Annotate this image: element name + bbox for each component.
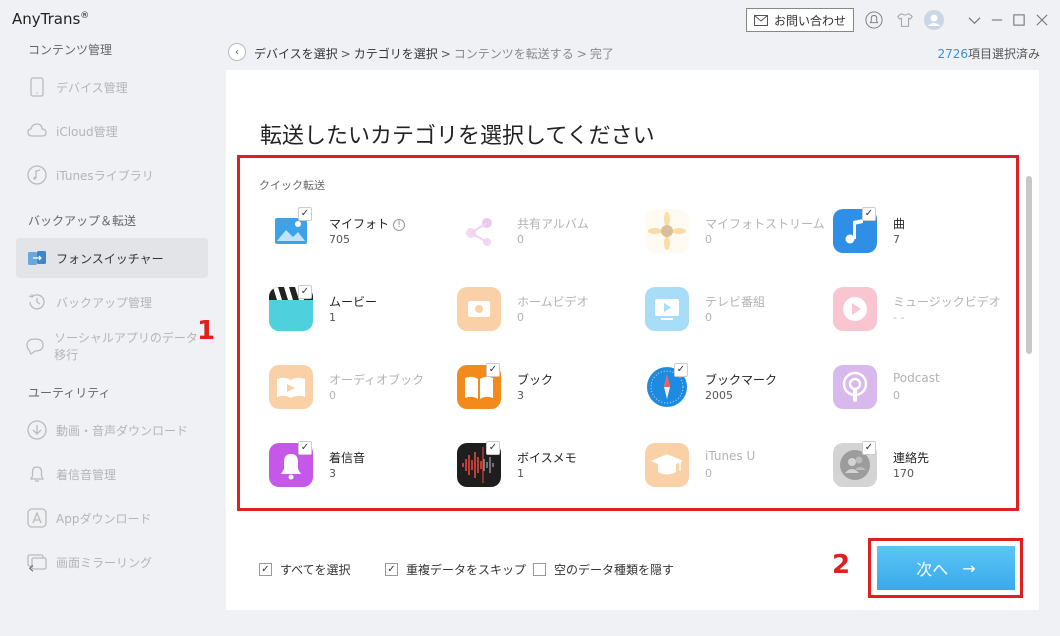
option-label: 重複データをスキップ [406, 563, 527, 577]
sidebar-item-label: 着信音管理 [56, 467, 117, 482]
history-icon [26, 291, 48, 313]
sidebar-item-label: Appダウンロード [56, 511, 152, 526]
chevron-down-icon[interactable] [965, 10, 983, 30]
contact-label: お問い合わせ [773, 13, 846, 28]
breadcrumb-separator: > [576, 47, 587, 61]
annotation-marker-2: 2 [832, 550, 851, 580]
sidebar-item-label: 画面ミラーリング [56, 555, 153, 570]
select-all-option[interactable]: ✓ すべてを選択 [259, 561, 350, 578]
skip-duplicates-option[interactable]: ✓ 重複データをスキップ [385, 561, 526, 578]
breadcrumb-separator: > [340, 47, 351, 61]
annotation-marker-1: 1 [197, 316, 216, 346]
avatar-icon[interactable] [924, 10, 944, 30]
music-note-icon [26, 164, 48, 186]
sidebar-item-label: iTunesライブラリ [56, 168, 154, 183]
sidebar-item-video-download[interactable]: 動画・音声ダウンロード [16, 410, 208, 450]
contact-button[interactable]: お問い合わせ [746, 8, 854, 32]
sidebar-item-device[interactable]: デバイス管理 [16, 67, 208, 107]
option-label: すべてを選択 [280, 563, 351, 577]
sidebar-item-label: デバイス管理 [56, 80, 128, 95]
selected-count-number: 2726 [937, 47, 968, 61]
next-button-label: 次へ [916, 560, 949, 579]
breadcrumb-step: 完了 [589, 47, 614, 61]
breadcrumb: デバイスを選択 > カテゴリを選択 > コンテンツを転送する > 完了 [254, 45, 614, 62]
sidebar-section-utility: ユーティリティ [28, 386, 111, 400]
bell-icon[interactable] [864, 10, 884, 30]
next-button[interactable]: 次へ → [877, 546, 1015, 590]
sidebar: コンテンツ管理 デバイス管理 iCloud管理 iTunesライブラリ バックア… [0, 36, 215, 636]
minimize-icon[interactable] [988, 10, 1006, 30]
hide-empty-checkbox[interactable] [533, 563, 546, 576]
select-all-checkbox[interactable]: ✓ [259, 563, 272, 576]
selected-count-suffix: 項目選択済み [967, 47, 1040, 61]
sidebar-item-label: iCloud管理 [56, 124, 118, 139]
back-button[interactable]: ‹ [228, 43, 246, 61]
sidebar-item-label: ソーシャルアプリのデータ移行 [54, 331, 198, 362]
selected-count: 2726項目選択済み [937, 45, 1040, 62]
maximize-icon[interactable] [1010, 10, 1028, 30]
page-title: 転送したいカテゴリを選択してください [260, 124, 655, 149]
sidebar-collapse-icon[interactable]: ‹ [28, 558, 34, 577]
sidebar-item-mirroring[interactable]: 画面ミラーリング [16, 542, 208, 582]
breadcrumb-step: カテゴリを選択 [353, 47, 438, 61]
sidebar-section-backup: バックアップ＆転送 [28, 214, 137, 228]
phone-switch-icon [26, 247, 48, 269]
sidebar-item-itunes[interactable]: iTunesライブラリ [16, 155, 208, 195]
mail-icon [753, 14, 768, 26]
app-store-icon [26, 507, 48, 529]
hide-empty-option[interactable]: 空のデータ種類を隠す [533, 561, 674, 578]
skip-duplicates-checkbox[interactable]: ✓ [385, 563, 398, 576]
breadcrumb-separator: > [440, 47, 451, 61]
arrow-right-icon: → [962, 558, 976, 578]
sidebar-item-label: バックアップ管理 [56, 295, 153, 310]
sidebar-item-phone-switcher[interactable]: フォンスイッチャー [16, 238, 208, 278]
sidebar-item-ringtone[interactable]: 着信音管理 [16, 454, 208, 494]
phone-icon [26, 76, 48, 98]
app-title: AnyTrans® [12, 10, 89, 28]
close-icon[interactable] [1033, 10, 1051, 30]
sidebar-item-app-download[interactable]: Appダウンロード [16, 498, 208, 538]
bell-icon [26, 463, 48, 485]
shirt-icon[interactable] [895, 10, 915, 30]
app-title-text: AnyTrans [12, 10, 81, 28]
sidebar-item-backup[interactable]: バックアップ管理 [16, 282, 208, 322]
sidebar-item-label: フォンスイッチャー [56, 251, 164, 266]
highlight-frame-categories [237, 155, 1019, 511]
scrollbar[interactable] [1026, 176, 1032, 354]
option-label: 空のデータ種類を隠す [554, 563, 675, 577]
chat-icon [26, 335, 46, 357]
sidebar-item-social[interactable]: ソーシャルアプリのデータ移行 [16, 326, 208, 366]
sidebar-item-icloud[interactable]: iCloud管理 [16, 111, 208, 151]
breadcrumb-step: コンテンツを転送する [453, 47, 574, 61]
cloud-icon [26, 120, 48, 142]
download-icon [26, 419, 48, 441]
sidebar-item-label: 動画・音声ダウンロード [56, 423, 189, 438]
sidebar-section-content: コンテンツ管理 [28, 43, 113, 57]
breadcrumb-step: デバイスを選択 [254, 47, 338, 61]
app-title-mark: ® [80, 11, 90, 21]
